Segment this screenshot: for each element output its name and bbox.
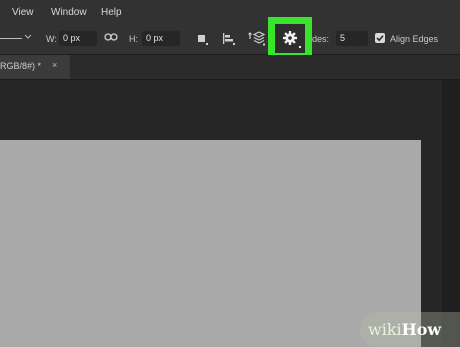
height-label: H: (129, 34, 138, 44)
stack-layers-icon[interactable] (248, 30, 266, 48)
workspace-edge (442, 80, 460, 347)
submenu-indicator (299, 46, 301, 48)
align-icon[interactable] (222, 32, 236, 48)
align-edges-checkbox[interactable] (375, 33, 385, 43)
wikihow-watermark: wikiHow (360, 312, 460, 347)
watermark-wiki: wiki (368, 320, 402, 339)
chevron-down-icon[interactable] (24, 33, 32, 42)
square-icon[interactable] (197, 34, 209, 48)
align-edges-label: Align Edges (390, 34, 439, 44)
gear-icon (282, 30, 298, 51)
menu-window[interactable]: Window (51, 7, 87, 18)
document-tab-label: RGB/8#) * (0, 61, 42, 71)
menu-bar: View Window Help (0, 0, 460, 24)
gear-highlight-box (268, 17, 312, 60)
menu-help[interactable]: Help (101, 7, 122, 18)
document-tab[interactable]: RGB/8#) * × (0, 55, 70, 79)
sides-label: des: (312, 34, 330, 44)
link-icon[interactable] (104, 32, 118, 44)
gear-settings-button[interactable] (275, 24, 305, 53)
photoshop-window: View Window Help W: 0 px H: 0 px des: 5 … (0, 0, 460, 347)
close-icon[interactable]: × (52, 60, 57, 71)
options-bar: W: 0 px H: 0 px des: 5 Align Edges (0, 24, 460, 55)
stroke-type-preview[interactable] (0, 38, 22, 39)
width-field[interactable]: 0 px (59, 31, 97, 46)
menu-view[interactable]: View (12, 7, 34, 18)
height-field[interactable]: 0 px (142, 31, 180, 46)
document-tab-bar: RGB/8#) * × (0, 55, 460, 80)
sides-field[interactable]: 5 (336, 31, 368, 46)
document-canvas[interactable] (0, 140, 421, 347)
watermark-how: How (401, 320, 442, 339)
width-label: W: (46, 34, 57, 44)
